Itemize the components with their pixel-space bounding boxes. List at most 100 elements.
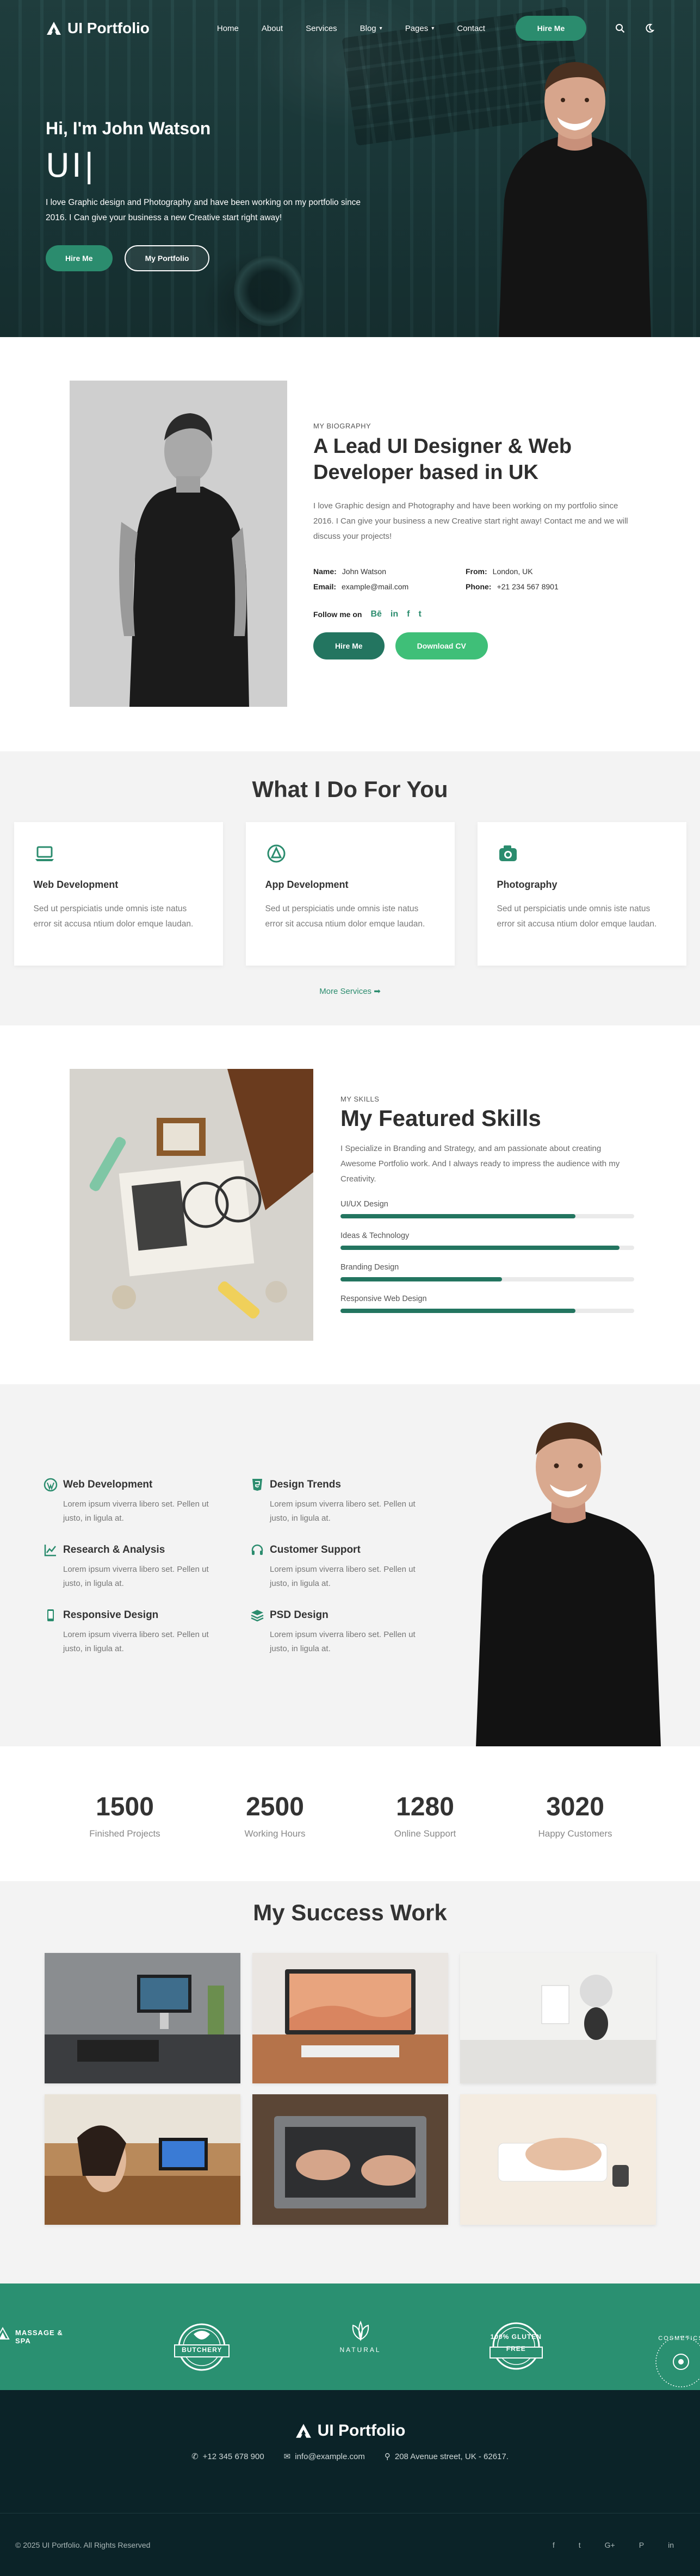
facebook-icon[interactable]: f <box>553 2541 555 2549</box>
counter-item: 1280 Online Support <box>350 1792 500 1881</box>
feature-title: Research & Analysis <box>63 1544 165 1555</box>
moon-icon[interactable] <box>645 23 654 33</box>
skill-bar-fill <box>340 1277 502 1281</box>
hero-hire-button[interactable]: Hire Me <box>46 245 113 271</box>
about-hire-button[interactable]: Hire Me <box>313 632 385 659</box>
client-logo[interactable]: 100% GLUTEN FREE <box>484 2319 549 2370</box>
skill-label: Branding Design <box>340 1263 399 1272</box>
portfolio-item[interactable] <box>460 1953 656 2083</box>
menu-item-contact[interactable]: Contact <box>457 24 485 33</box>
detail-name-value: John Watson <box>342 567 386 576</box>
portfolio-item[interactable] <box>44 2094 240 2225</box>
about-description: I love Graphic design and Photography an… <box>313 501 628 541</box>
twitter-icon[interactable]: t <box>418 609 421 619</box>
search-icon[interactable] <box>615 23 625 33</box>
footer-logo[interactable]: UI Portfolio <box>295 2422 405 2440</box>
client-logo[interactable]: MASSAGE & SPA <box>0 2326 64 2348</box>
main-menu: Home About Services Blog ▾ Pages ▾ Contact <box>217 24 485 33</box>
about-photo <box>70 381 287 707</box>
skill-bar-fill <box>340 1246 620 1250</box>
menu-item-blog[interactable]: Blog ▾ <box>360 24 382 33</box>
service-title: Photography <box>497 879 557 890</box>
map-marker-icon: ⚲ <box>384 2452 391 2461</box>
counter-label: Online Support <box>394 1828 456 1839</box>
hero-portfolio-button[interactable]: My Portfolio <box>124 245 210 271</box>
camera-icon <box>499 845 517 861</box>
chart-line-icon <box>44 1545 56 1557</box>
service-text: Sed ut perspiciatis unde omnis iste natu… <box>265 904 425 929</box>
wordpress-icon <box>44 1478 58 1492</box>
counter-value: 1500 <box>96 1793 154 1821</box>
portfolio-item[interactable] <box>44 1953 240 2083</box>
portfolio-item[interactable] <box>252 2094 448 2225</box>
counter-value: 1280 <box>396 1793 454 1821</box>
client-logo[interactable]: COSMETICS <box>651 2332 700 2387</box>
pinterest-icon[interactable]: P <box>639 2541 644 2549</box>
detail-email: Email: example@mail.com <box>313 582 466 591</box>
portfolio-item[interactable] <box>252 1953 448 2083</box>
hero-description: I love Graphic design and Photography an… <box>46 198 361 222</box>
footer-top: UI Portfolio ✆ +12 345 678 900 ✉ info@exam… <box>0 2390 700 2513</box>
portfolio-item[interactable] <box>460 2094 656 2225</box>
about-buttons: Hire Me Download CV <box>313 632 640 659</box>
phone-icon: ✆ <box>191 2452 199 2461</box>
skill-item: Branding Design <box>340 1263 634 1281</box>
service-title: Web Development <box>33 879 119 890</box>
footer-email[interactable]: ✉ info@example.com <box>284 2451 365 2462</box>
linkedin-icon[interactable]: in <box>668 2541 674 2549</box>
nav-hire-button[interactable]: Hire Me <box>515 16 586 41</box>
service-card[interactable]: Web Development Sed ut perspiciatis unde… <box>14 822 223 966</box>
detail-email-label: Email: <box>313 582 337 591</box>
menu-item-about[interactable]: About <box>262 24 283 33</box>
service-text: Sed ut perspiciatis unde omnis iste natu… <box>33 904 194 929</box>
more-services-link[interactable]: More Services ➡ <box>0 986 700 996</box>
detail-from: From: London, UK <box>466 567 618 576</box>
site-logo[interactable]: UI Portfolio <box>46 20 150 37</box>
hero-buttons: Hire Me My Portfolio <box>46 245 372 271</box>
skill-bar-fill <box>340 1309 575 1313</box>
skills-section: MY SKILLS My Featured Skills I Specializ… <box>0 1025 700 1384</box>
menu-item-services[interactable]: Services <box>306 24 337 33</box>
skills-title: My Featured Skills <box>340 1105 541 1131</box>
hero-typing-text: UI| <box>46 147 97 185</box>
service-card[interactable]: App Development Sed ut perspiciatis unde… <box>245 822 455 966</box>
service-card[interactable]: Photography Sed ut perspiciatis unde omn… <box>477 822 686 966</box>
google-plus-icon[interactable]: G+ <box>605 2541 615 2549</box>
services-list: Web Development Sed ut perspiciatis unde… <box>0 822 700 966</box>
menu-item-home[interactable]: Home <box>217 24 239 33</box>
leaf-icon <box>352 2320 369 2342</box>
behance-icon[interactable]: Bē <box>370 609 381 619</box>
detail-phone: Phone: +21 234 567 8901 <box>466 582 618 591</box>
about-section: MY BIOGRAPHY A Lead UI Designer & Web De… <box>0 337 700 751</box>
skills-photo <box>70 1069 313 1341</box>
download-cv-button[interactable]: Download CV <box>395 632 488 659</box>
feature-item: Customer Support Lorem ipsum viverra lib… <box>250 1543 457 1591</box>
menu-item-pages[interactable]: Pages ▾ <box>405 24 435 33</box>
twitter-icon[interactable]: t <box>579 2541 581 2549</box>
menu-item-pages-label: Pages <box>405 23 429 33</box>
detail-phone-value: +21 234 567 8901 <box>497 582 559 591</box>
chevron-down-icon: ▾ <box>431 25 435 32</box>
linkedin-icon[interactable]: in <box>391 609 398 619</box>
footer-phone[interactable]: ✆ +12 345 678 900 <box>191 2451 264 2462</box>
client-logo[interactable]: NATURAL <box>339 2320 381 2354</box>
feature-text: Lorem ipsum viverra libero set. Pellen u… <box>63 1630 209 1653</box>
facebook-icon[interactable]: f <box>407 609 410 619</box>
portfolio-section: My Success Work <box>0 1881 700 2283</box>
feature-title: Design Trends <box>270 1479 341 1490</box>
feature-text: Lorem ipsum viverra libero set. Pellen u… <box>270 1565 416 1588</box>
footer-address-text: 208 Avenue street, UK - 62617. <box>394 2451 509 2461</box>
feature-item: Design Trends Lorem ipsum viverra libero… <box>250 1478 457 1526</box>
follow-label: Follow me on <box>313 610 362 619</box>
skill-bar-fill <box>340 1214 575 1218</box>
feature-text: Lorem ipsum viverra libero set. Pellen u… <box>63 1499 209 1523</box>
footer: UI Portfolio ✆ +12 345 678 900 ✉ info@exam… <box>0 2390 700 2576</box>
detail-name-label: Name: <box>313 567 337 576</box>
feature-title: PSD Design <box>270 1609 329 1621</box>
client-logo[interactable]: BUTCHERY <box>166 2320 237 2371</box>
laptop-icon <box>35 846 54 861</box>
skill-list: UI/UX Design Ideas & Technology Branding… <box>340 1200 634 1313</box>
client-logo-text: MASSAGE & SPA <box>15 2329 63 2345</box>
layers-icon <box>251 1610 264 1622</box>
services-section: What I Do For You Web Development Sed ut… <box>0 751 700 1025</box>
